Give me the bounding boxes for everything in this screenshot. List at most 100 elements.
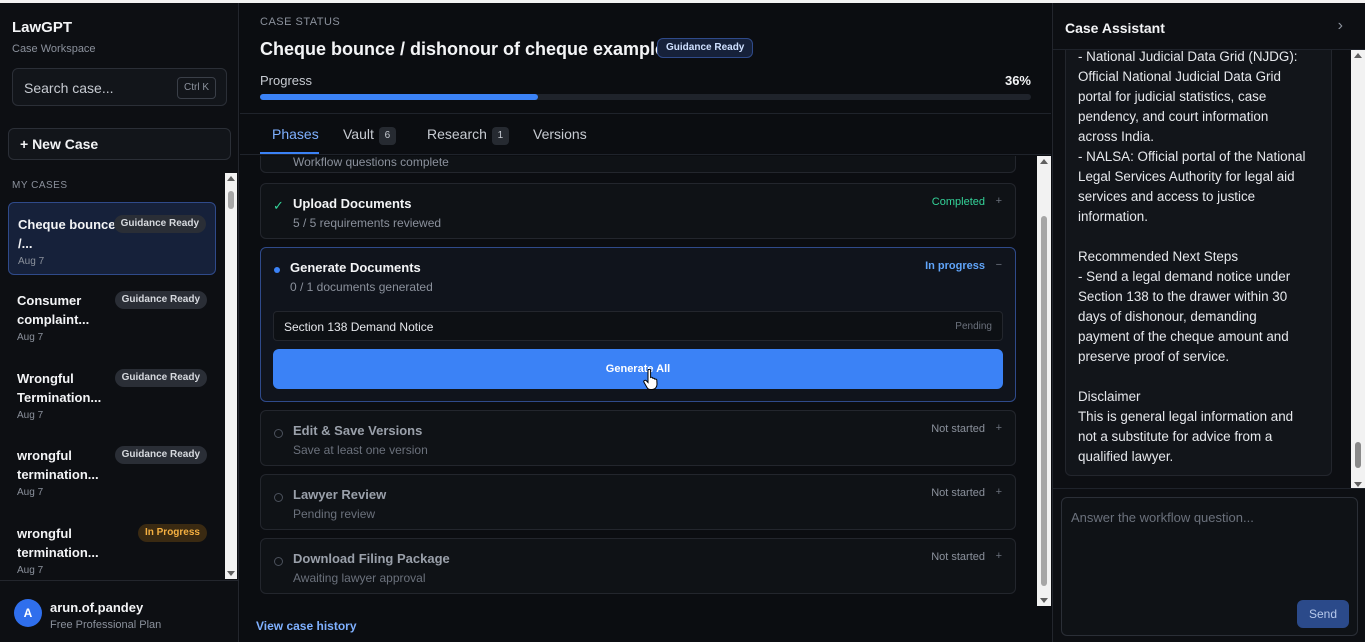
collapse-icon[interactable]: −: [996, 259, 1002, 271]
case-list[interactable]: Cheque bounce /... Guidance Ready Aug 7 …: [0, 198, 225, 580]
phase-status: Not started: [931, 551, 985, 563]
case-status-badge: Guidance Ready: [113, 215, 206, 233]
assistant-title: Case Assistant: [1065, 20, 1165, 36]
phase-list-scrollbar[interactable]: [1037, 156, 1051, 606]
tab-vault[interactable]: Vault 6: [343, 126, 396, 145]
scrollbar-thumb[interactable]: [1041, 216, 1047, 586]
case-item[interactable]: wrongful termination... In Progress Aug …: [8, 512, 216, 580]
phase-card-upload-documents[interactable]: ✓ Upload Documents 5 / 5 requirements re…: [260, 183, 1016, 239]
assistant-scrollbar[interactable]: [1351, 50, 1365, 488]
scroll-down-arrow-icon[interactable]: [227, 571, 235, 576]
phase-subtitle: Pending review: [293, 507, 376, 521]
scroll-up-arrow-icon[interactable]: [227, 176, 235, 181]
expand-icon[interactable]: +: [996, 195, 1002, 207]
message-line: services and access to justice: [1078, 189, 1256, 204]
message-line: qualified lawyer.: [1078, 449, 1174, 464]
hand-cursor-icon: [643, 369, 658, 390]
input-placeholder: Answer the workflow question...: [1071, 510, 1254, 525]
sidebar: LawGPT Case Workspace Search case... Ctr…: [0, 3, 239, 642]
phase-card-download-filing-package[interactable]: Download Filing Package Awaiting lawyer …: [260, 538, 1016, 594]
message-line: preserve proof of service.: [1078, 349, 1230, 364]
tab-label: Research: [427, 126, 487, 142]
case-item-title: wrongful termination...: [17, 526, 99, 560]
active-tab-indicator: [260, 152, 319, 154]
progress-bar-fill: [260, 94, 538, 100]
tab-research[interactable]: Research 1: [427, 126, 509, 145]
phase-card-lawyer-review[interactable]: Lawyer Review Pending review Not started…: [260, 474, 1016, 530]
message-line: Section 138 to the drawer within 30: [1078, 289, 1288, 304]
message-line: days of dishonour, demanding: [1078, 309, 1257, 324]
search-shortcut-hint: Ctrl K: [177, 77, 216, 99]
tab-bar: Phases Vault 6 Research 1 Versions: [240, 113, 1051, 155]
progress-percent: 36%: [1004, 73, 1031, 88]
message-line: payment of the cheque amount and: [1078, 329, 1289, 344]
message-line: pendency, and court information: [1078, 109, 1269, 124]
message-line: - Send a legal demand notice under: [1078, 269, 1291, 284]
avatar: A: [14, 599, 42, 627]
search-input[interactable]: Search case... Ctrl K: [12, 68, 227, 106]
case-item-title: wrongful termination...: [17, 448, 99, 482]
message-line: across India.: [1078, 129, 1154, 144]
message-line: portal for judicial statistics, case: [1078, 89, 1267, 104]
tab-phases[interactable]: Phases: [272, 126, 319, 142]
new-case-button[interactable]: + New Case: [8, 128, 231, 160]
check-icon: ✓: [273, 198, 284, 213]
message-line: Recommended Next Steps: [1078, 249, 1239, 264]
phase-title: Download Filing Package: [293, 551, 450, 566]
send-button[interactable]: Send: [1297, 600, 1349, 628]
message-line: information.: [1078, 209, 1148, 224]
user-profile[interactable]: A arun.of.pandey Free Professional Plan: [0, 580, 239, 642]
case-item[interactable]: Wrongful Termination... Guidance Ready A…: [8, 357, 216, 430]
assistant-message: - National Judicial Data Grid (NJDG): Off…: [1065, 49, 1332, 476]
document-row[interactable]: Section 138 Demand Notice Pending: [273, 311, 1003, 341]
expand-icon[interactable]: +: [996, 486, 1002, 498]
phase-status: In progress: [925, 260, 985, 272]
phase-subtitle: Save at least one version: [293, 443, 428, 457]
chevron-right-icon[interactable]: ›: [1338, 17, 1343, 35]
tab-versions[interactable]: Versions: [533, 126, 587, 142]
scrollbar-thumb[interactable]: [1355, 442, 1361, 468]
phase-card-workflow[interactable]: Workflow questions complete: [260, 156, 1016, 173]
case-list-scrollbar[interactable]: [225, 173, 237, 579]
phase-card-generate-documents[interactable]: Generate Documents 0 / 1 documents gener…: [260, 247, 1016, 402]
case-item-date: Aug 7: [18, 256, 45, 267]
view-case-history-link[interactable]: View case history: [256, 619, 357, 633]
search-placeholder: Search case...: [24, 80, 114, 96]
expand-icon[interactable]: +: [996, 550, 1002, 562]
workflow-answer-input[interactable]: Answer the workflow question... Send: [1061, 497, 1358, 636]
case-status-badge: In Progress: [137, 524, 207, 542]
scrollbar-thumb[interactable]: [228, 191, 234, 209]
case-item-date: Aug 7: [17, 565, 44, 576]
phase-title: Generate Documents: [290, 260, 421, 275]
case-item-active[interactable]: Cheque bounce /... Guidance Ready Aug 7: [8, 202, 216, 275]
page-title: Cheque bounce / dishonour of cheque exam…: [260, 39, 666, 59]
tab-count-badge: 1: [491, 127, 509, 145]
tab-label: Phases: [272, 126, 319, 142]
phase-status: Not started: [931, 423, 985, 435]
message-line: Official National Judicial Data Grid: [1078, 69, 1281, 84]
phase-status: Completed: [931, 196, 985, 208]
expand-icon[interactable]: +: [996, 422, 1002, 434]
case-item[interactable]: Consumer complaint... Guidance Ready Aug…: [8, 279, 216, 352]
phase-subtitle: Workflow questions complete: [293, 156, 449, 169]
assistant-messages[interactable]: - National Judicial Data Grid (NJDG): Off…: [1053, 49, 1365, 489]
my-cases-heading: MY CASES: [12, 180, 68, 191]
message-line: Disclaimer: [1078, 389, 1141, 404]
tab-label: Versions: [533, 126, 587, 142]
message-line: - National Judicial Data Grid (NJDG):: [1078, 49, 1298, 64]
phase-subtitle: 5 / 5 requirements reviewed: [293, 216, 442, 230]
generate-all-button[interactable]: Generate All: [273, 349, 1003, 389]
message-line: - NALSA: Official portal of the National: [1078, 149, 1306, 164]
case-item-title: Cheque bounce /...: [18, 217, 116, 251]
user-name: arun.of.pandey: [50, 600, 144, 615]
case-item-date: Aug 7: [17, 410, 44, 421]
phase-card-edit-save-versions[interactable]: Edit & Save Versions Save at least one v…: [260, 410, 1016, 466]
case-status-badge: Guidance Ready: [114, 369, 207, 387]
scroll-down-arrow-icon[interactable]: [1354, 482, 1362, 487]
scroll-up-arrow-icon[interactable]: [1040, 159, 1048, 164]
pending-circle-icon: [274, 429, 283, 438]
scroll-up-arrow-icon[interactable]: [1354, 53, 1362, 58]
case-item[interactable]: wrongful termination... Guidance Ready A…: [8, 434, 216, 507]
scroll-down-arrow-icon[interactable]: [1040, 598, 1048, 603]
tab-count-badge: 6: [378, 127, 396, 145]
